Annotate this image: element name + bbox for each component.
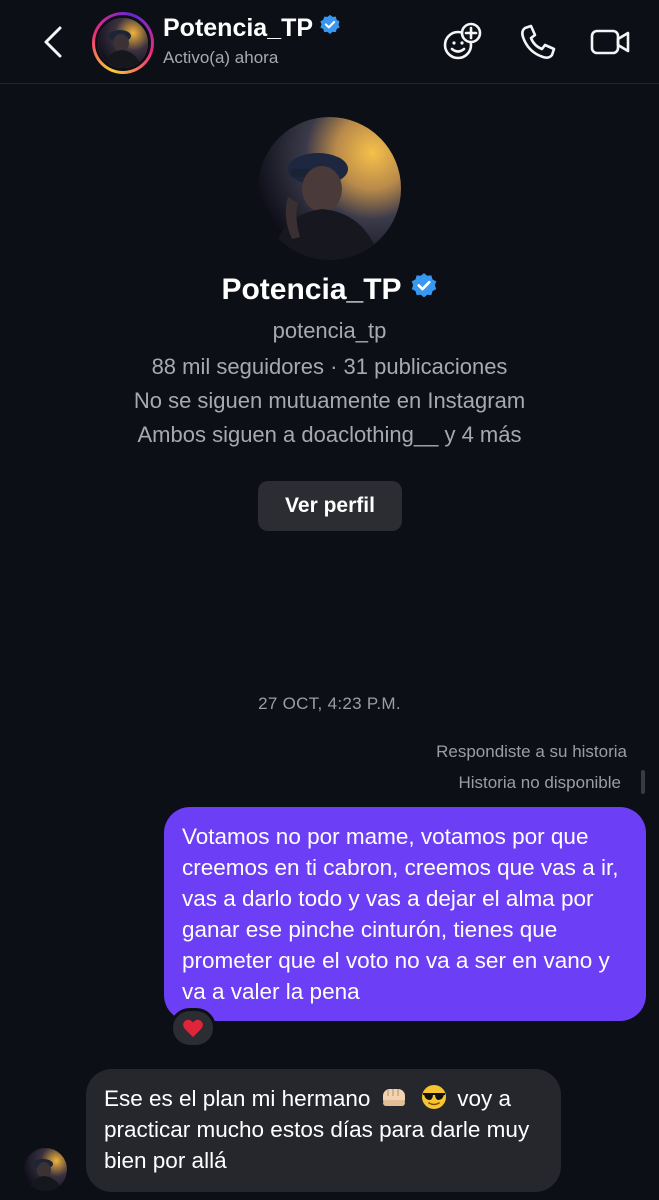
outgoing-message[interactable]: Votamos no por mame, votamos por que cre… (164, 807, 646, 1021)
profile-username: potencia_tp (272, 318, 387, 343)
header-avatar[interactable] (92, 12, 154, 74)
mutual-follow-status: No se siguen mutuamente en Instagram (133, 388, 526, 413)
story-unavailable-note: Historia no disponible (458, 773, 621, 792)
active-status: Activo(a) ahora (163, 48, 279, 67)
back-chevron-icon[interactable] (36, 24, 72, 60)
message-timestamp: 27 OCT, 4:23 P.M. (258, 694, 401, 713)
fist-bump-emoji-icon (380, 1084, 408, 1110)
profile-avatar[interactable] (258, 117, 401, 260)
profile-display-name: Potencia_TP (221, 273, 402, 306)
profile-stats: 88 mil seguidores · 31 publicaciones (151, 354, 508, 379)
chat-header: Potencia_TP Activo(a) ahora (0, 0, 659, 84)
story-reply-note: Respondiste a su historia (436, 742, 627, 761)
verified-badge-icon (410, 272, 438, 308)
incoming-message[interactable]: Ese es el plan mi hermano voy a practica… (86, 1069, 561, 1192)
story-reply-bar (641, 770, 645, 794)
common-follows: Ambos siguen a doaclothing__ y 4 más (137, 422, 522, 447)
verified-badge-icon (319, 14, 341, 43)
sender-avatar[interactable] (24, 1148, 67, 1191)
view-profile-button[interactable]: Ver perfil (258, 481, 402, 531)
phone-icon[interactable] (516, 20, 560, 64)
outgoing-message-text: Votamos no por mame, votamos por que cre… (182, 824, 619, 1004)
header-name-row[interactable]: Potencia_TP (163, 14, 341, 43)
heart-reaction-icon[interactable] (170, 1008, 216, 1048)
effects-icon[interactable] (440, 20, 484, 64)
profile-name-row: Potencia_TP (0, 272, 659, 308)
sunglasses-emoji-icon (420, 1084, 448, 1110)
video-camera-icon[interactable] (588, 20, 632, 64)
incoming-message-text: Ese es el plan mi hermano (104, 1086, 371, 1111)
header-name: Potencia_TP (163, 14, 314, 42)
